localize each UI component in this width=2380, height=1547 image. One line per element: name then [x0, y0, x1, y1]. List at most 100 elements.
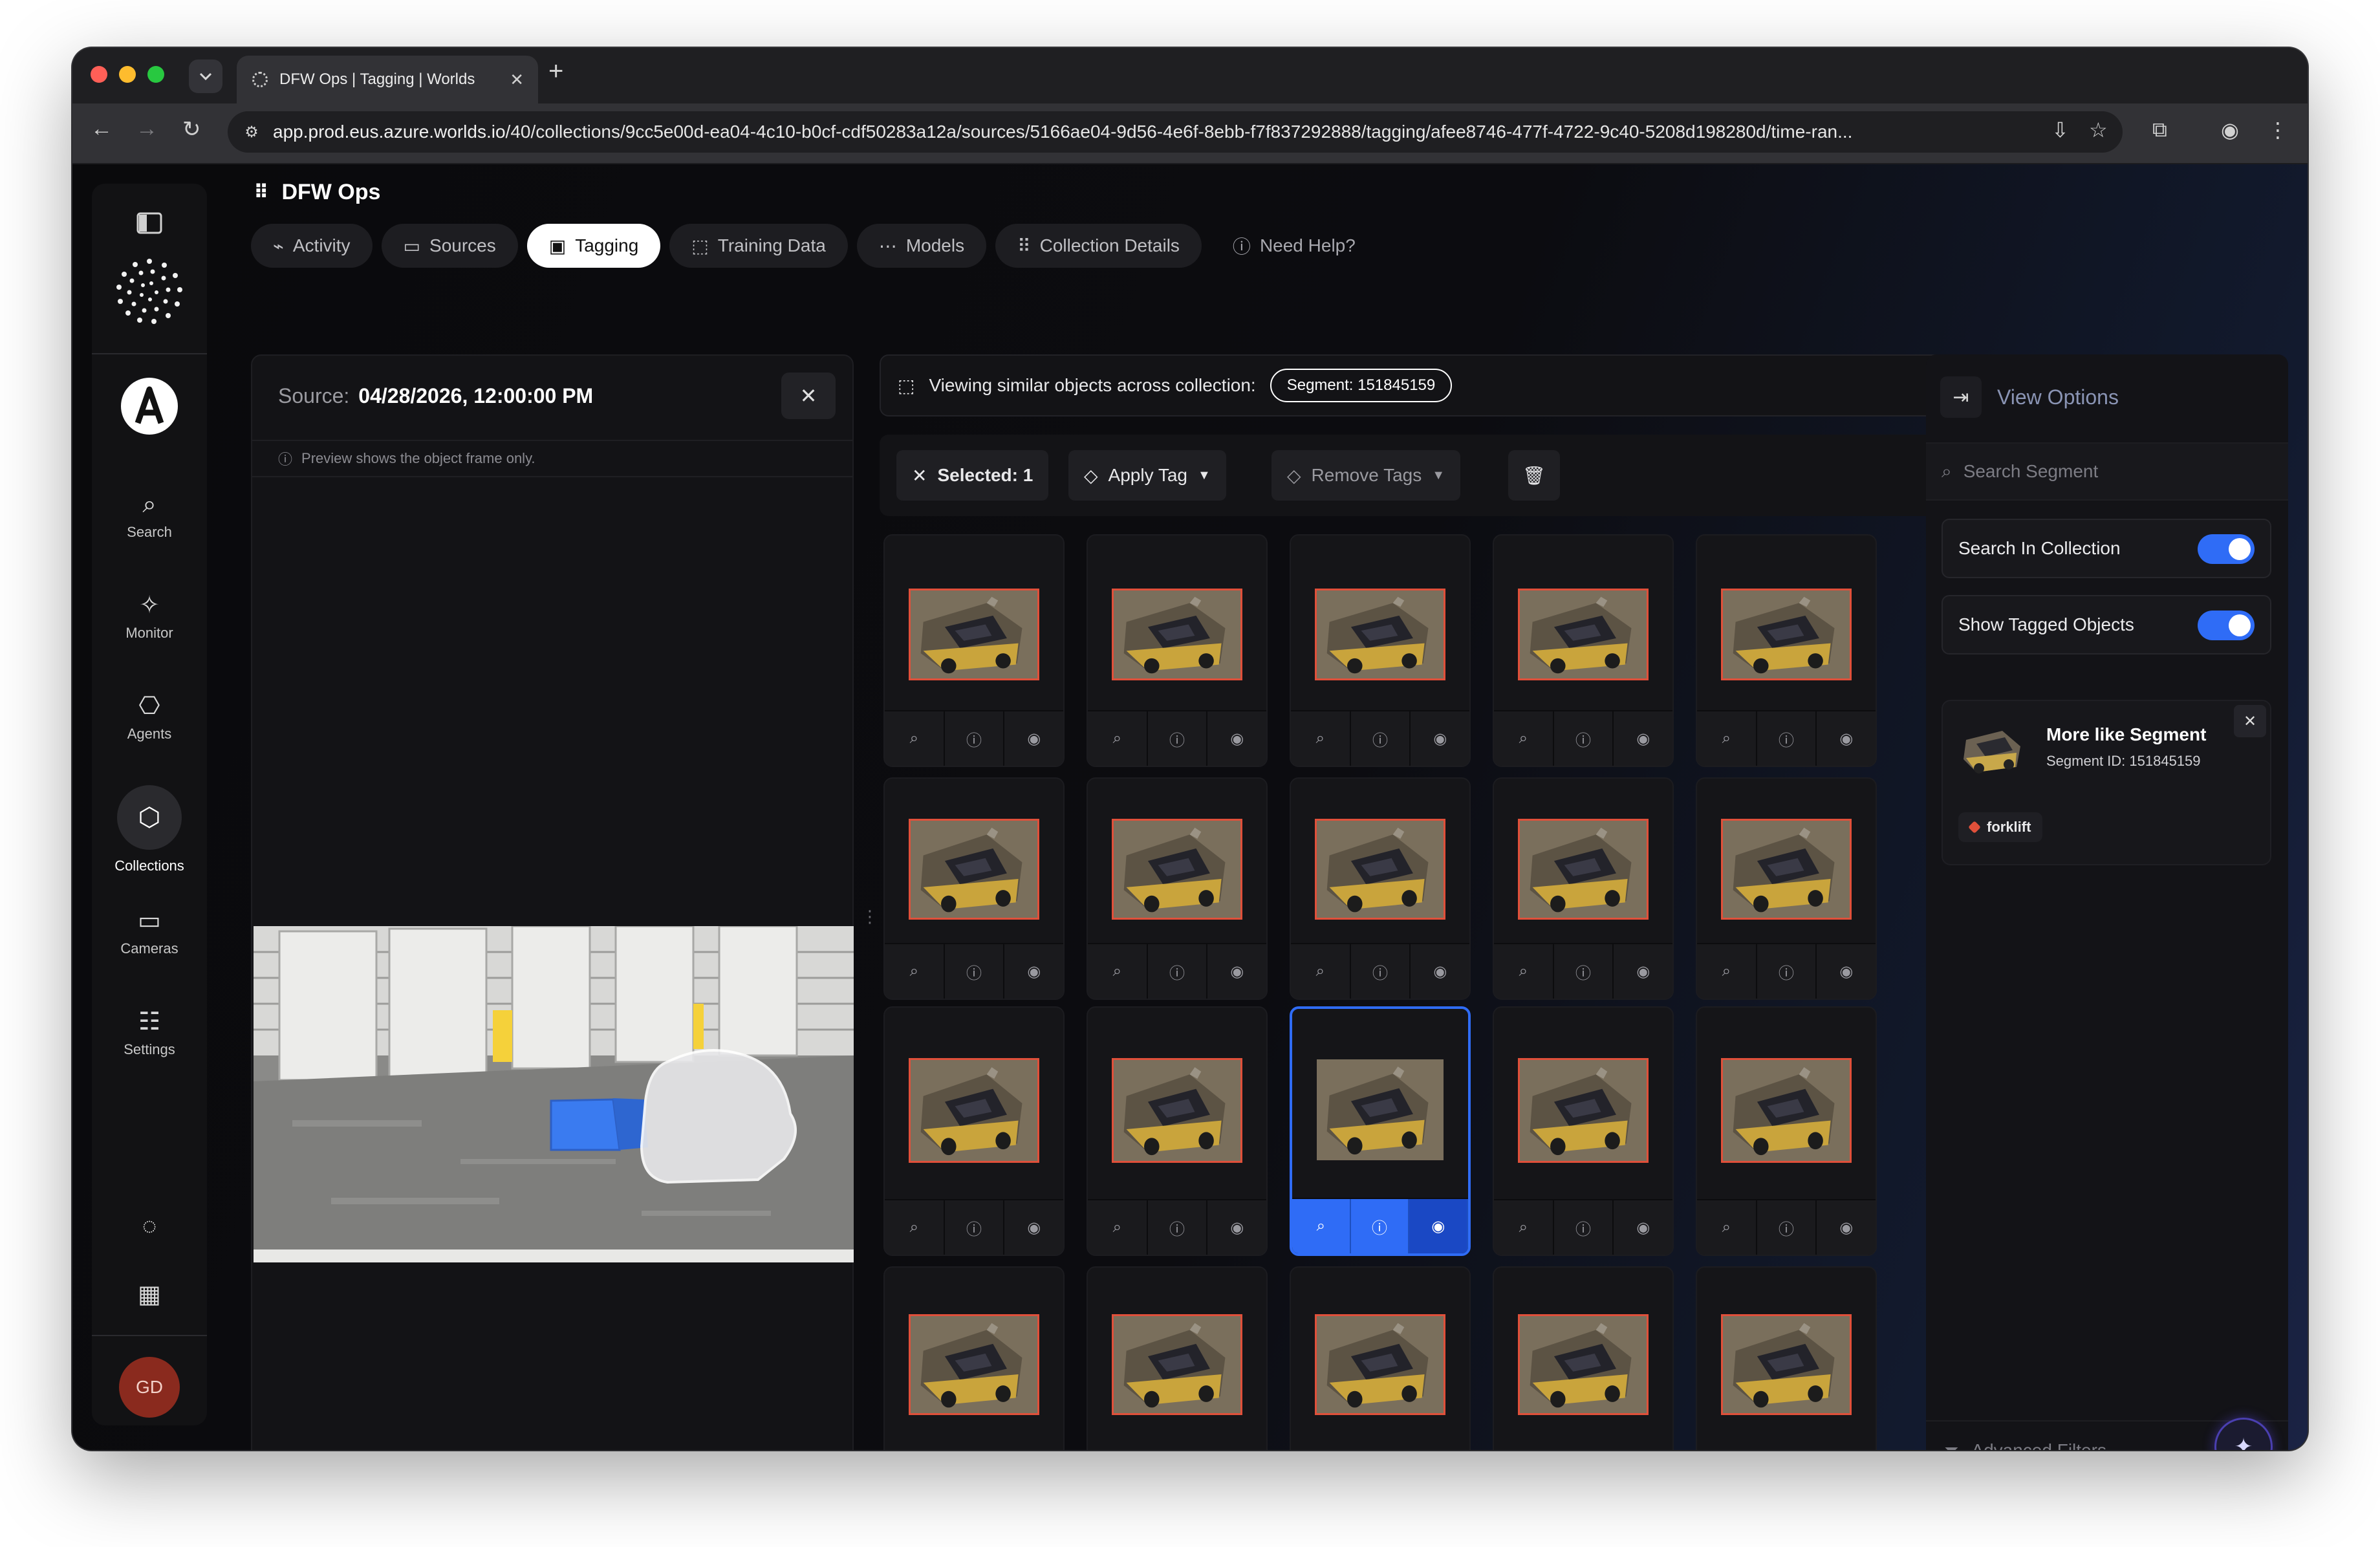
- zoom-button[interactable]: ⌕: [885, 944, 945, 999]
- zoom-button[interactable]: ⌕: [1291, 944, 1351, 999]
- segment-card[interactable]: ⌕ ⓘ ◉: [1493, 777, 1674, 1000]
- segment-card[interactable]: [1290, 1266, 1471, 1450]
- view-button[interactable]: ◉: [1614, 944, 1672, 999]
- segment-card[interactable]: ⌕ ⓘ ◉: [1696, 777, 1877, 1000]
- segment-card[interactable]: ⌕ ⓘ ◉: [1696, 1006, 1877, 1256]
- info-button[interactable]: ⓘ: [944, 1200, 1005, 1255]
- view-button[interactable]: ◉: [1207, 944, 1266, 999]
- tab-collection-details[interactable]: ⠿ Collection Details: [995, 224, 1202, 268]
- show-tagged-objects-toggle-row[interactable]: Show Tagged Objects: [1942, 595, 2271, 654]
- tab-models[interactable]: ⋯ Models: [856, 224, 987, 268]
- address-bar[interactable]: ⚙ app.prod.eus.azure.worlds.io/40/collec…: [228, 111, 2123, 153]
- view-button[interactable]: ◉: [1004, 1200, 1063, 1255]
- sidebar-item-cameras[interactable]: ▭ Cameras: [92, 905, 207, 957]
- close-source-button[interactable]: ✕: [781, 373, 836, 419]
- need-help-link[interactable]: ⓘ Need Help?: [1211, 224, 1378, 268]
- info-button[interactable]: ⓘ: [1757, 944, 1817, 999]
- extensions-icon[interactable]: ⧉: [2152, 118, 2167, 142]
- view-button[interactable]: ◉: [1614, 1200, 1672, 1255]
- zoom-button[interactable]: ⌕: [1697, 1200, 1757, 1255]
- segment-card[interactable]: ⌕ ⓘ ◉: [1087, 1006, 1268, 1256]
- collapse-sidebar-button[interactable]: [92, 212, 207, 237]
- info-button[interactable]: ⓘ: [1553, 1200, 1614, 1255]
- building-button[interactable]: ▦: [92, 1279, 207, 1310]
- segment-card[interactable]: ⌕ ⓘ ◉: [883, 534, 1065, 767]
- forward-button[interactable]: →: [136, 116, 158, 142]
- sidebar-item-agents[interactable]: ⎔ Agents: [92, 691, 207, 742]
- info-button[interactable]: ⓘ: [1757, 711, 1817, 766]
- delete-button[interactable]: 🗑: [1508, 450, 1560, 501]
- user-avatar[interactable]: GD: [92, 1357, 207, 1418]
- minimize-window-button[interactable]: [119, 66, 136, 83]
- segment-card[interactable]: ⌕ ⓘ ◉: [1087, 777, 1268, 1000]
- view-button[interactable]: ◉: [1614, 711, 1672, 766]
- browser-menu-icon[interactable]: ⋮: [2267, 118, 2288, 142]
- segment-card[interactable]: ⌕ ⓘ ◉: [1493, 1006, 1674, 1256]
- segment-card[interactable]: ⌕ ⓘ ◉: [1493, 534, 1674, 767]
- segment-card[interactable]: ⌕ ⓘ ◉: [1087, 534, 1268, 767]
- segment-card[interactable]: [1087, 1266, 1268, 1450]
- info-button[interactable]: ⓘ: [944, 711, 1005, 766]
- segment-card[interactable]: [1493, 1266, 1674, 1450]
- info-button[interactable]: ⓘ: [1147, 711, 1208, 766]
- view-button[interactable]: ◉: [1004, 944, 1063, 999]
- tab-sources[interactable]: ▭ Sources: [381, 224, 518, 268]
- segment-card[interactable]: ⌕ ⓘ ◉: [1290, 534, 1471, 767]
- refresh-status-button[interactable]: ◌: [92, 1211, 207, 1242]
- segment-card[interactable]: ⌕ ⓘ ◉: [883, 1006, 1065, 1256]
- info-button[interactable]: ⓘ: [1553, 944, 1614, 999]
- zoom-button[interactable]: ⌕: [1697, 944, 1757, 999]
- segment-card[interactable]: ⌕ ⓘ ◉: [1696, 534, 1877, 767]
- zoom-button[interactable]: ⌕: [1292, 1199, 1351, 1253]
- info-button[interactable]: ⓘ: [1350, 711, 1411, 766]
- zoom-button[interactable]: ⌕: [1494, 944, 1554, 999]
- sidebar-item-monitor[interactable]: ✧ Monitor: [92, 590, 207, 642]
- tab-training-data[interactable]: ⬚ Training Data: [669, 224, 848, 268]
- segment-card[interactable]: [883, 1266, 1065, 1450]
- view-button[interactable]: ◉: [1817, 1200, 1876, 1255]
- close-window-button[interactable]: [91, 66, 107, 83]
- profile-icon[interactable]: ◉: [2221, 118, 2239, 142]
- grid-menu-icon[interactable]: ⠿: [254, 181, 268, 204]
- reload-button[interactable]: ↻: [182, 116, 201, 142]
- segment-card[interactable]: ⌕ ⓘ ◉: [1290, 777, 1471, 1000]
- maximize-window-button[interactable]: [147, 66, 164, 83]
- close-tab-icon[interactable]: ✕: [510, 70, 524, 90]
- show-tagged-objects-switch[interactable]: [2198, 611, 2255, 640]
- view-button[interactable]: ◉: [1817, 711, 1876, 766]
- zoom-button[interactable]: ⌕: [1494, 1200, 1554, 1255]
- bookmark-star-icon[interactable]: ☆: [2089, 118, 2108, 142]
- view-button[interactable]: ◉: [1411, 711, 1469, 766]
- collapse-panel-button[interactable]: ⇥: [1940, 376, 1982, 418]
- segment-card[interactable]: ⌕ ⓘ ◉: [1290, 1006, 1471, 1256]
- view-button[interactable]: ◉: [1411, 944, 1469, 999]
- clear-selection-button[interactable]: ✕ Selected: 1: [896, 450, 1049, 501]
- view-button[interactable]: ◉: [1004, 711, 1063, 766]
- view-button[interactable]: ◉: [1817, 944, 1876, 999]
- info-button[interactable]: ⓘ: [1350, 944, 1411, 999]
- info-button[interactable]: ⓘ: [944, 944, 1005, 999]
- panel-resize-handle[interactable]: ⋮: [861, 907, 878, 927]
- source-preview-image[interactable]: [254, 926, 854, 1262]
- tab-tagging[interactable]: ▣ Tagging: [526, 224, 661, 268]
- zoom-button[interactable]: ⌕: [885, 1200, 945, 1255]
- zoom-button[interactable]: ⌕: [1088, 711, 1148, 766]
- tab-search-button[interactable]: [189, 60, 222, 93]
- remove-tags-button[interactable]: ◇ Remove Tags ▼: [1271, 450, 1461, 501]
- view-button[interactable]: ◉: [1207, 711, 1266, 766]
- zoom-button[interactable]: ⌕: [885, 711, 945, 766]
- info-button[interactable]: ⓘ: [1553, 711, 1614, 766]
- zoom-button[interactable]: ⌕: [1088, 944, 1148, 999]
- info-button[interactable]: ⓘ: [1147, 1200, 1208, 1255]
- apply-tag-button[interactable]: ◇ Apply Tag ▼: [1068, 450, 1226, 501]
- close-more-like-button[interactable]: ✕: [2234, 705, 2266, 737]
- tab-activity[interactable]: ⌁ Activity: [251, 224, 373, 268]
- zoom-button[interactable]: ⌕: [1088, 1200, 1148, 1255]
- view-button[interactable]: ◉: [1409, 1199, 1468, 1253]
- search-segment-input[interactable]: ⌕ Search Segment: [1926, 442, 2288, 501]
- back-button[interactable]: ←: [91, 116, 113, 142]
- new-tab-button[interactable]: +: [548, 57, 563, 86]
- info-button[interactable]: ⓘ: [1350, 1199, 1410, 1253]
- segment-card[interactable]: [1696, 1266, 1877, 1450]
- tag-chip[interactable]: forklift: [1958, 812, 2043, 842]
